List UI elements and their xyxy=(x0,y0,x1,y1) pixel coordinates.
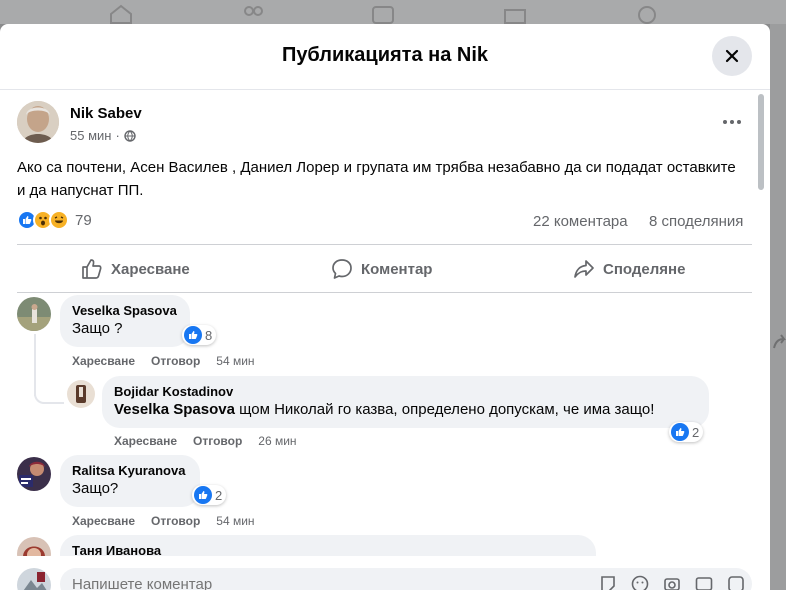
reply-avatar[interactable] xyxy=(67,380,95,408)
comment-like-link[interactable]: Харесване xyxy=(72,514,135,528)
share-button-label: Споделяне xyxy=(603,260,686,278)
comment-text: Защо? xyxy=(72,480,119,497)
gif-icon[interactable] xyxy=(694,574,714,590)
post-meta: 55 мин · xyxy=(70,128,136,143)
composer-tools xyxy=(598,574,746,590)
comment-time[interactable]: 54 мин xyxy=(216,354,254,368)
close-icon xyxy=(725,49,739,63)
home-icon xyxy=(110,4,132,24)
modal-header: Публикацията на Nik xyxy=(0,24,770,90)
comment-avatar[interactable] xyxy=(17,457,51,491)
comment-like-link[interactable]: Харесване xyxy=(72,354,135,368)
comment-reply-link[interactable]: Отговор xyxy=(151,354,200,368)
comment-author[interactable]: Veselka Spasova xyxy=(72,303,178,318)
scrollbar[interactable] xyxy=(755,90,767,590)
more-icon xyxy=(723,120,741,124)
comment-reactions[interactable]: 2 xyxy=(192,485,227,505)
post-action-bar: Харесване Коментар Споделяне xyxy=(17,244,752,293)
like-reaction-icon xyxy=(194,486,212,504)
reply-text: Veselka Spasova щом Николай го казва, оп… xyxy=(114,401,697,418)
comment-time[interactable]: 54 мин xyxy=(216,514,254,528)
reply-like-link[interactable]: Харесване xyxy=(114,434,177,448)
thread-connector xyxy=(34,394,64,404)
share-button[interactable]: Споделяне xyxy=(573,255,685,283)
haha-reaction-icon xyxy=(49,210,69,230)
like-icon xyxy=(82,259,102,279)
close-button[interactable] xyxy=(712,36,752,76)
reply-mention[interactable]: Veselka Spasova xyxy=(114,401,235,418)
reply-bubble: Bojidar Kostadinov Veselka Spasova щом Н… xyxy=(102,376,709,428)
reaction-count: 79 xyxy=(75,211,92,229)
post-modal: Публикацията на Nik Nik Sabev 55 мин · А… xyxy=(0,24,770,590)
reply-body: щом Николай го казва, определено допуска… xyxy=(234,401,655,418)
post-time[interactable]: 55 мин xyxy=(70,128,111,143)
comment-like-count: 2 xyxy=(215,487,223,503)
scrollbar-thumb[interactable] xyxy=(758,94,764,190)
share-icon xyxy=(574,260,594,278)
like-button[interactable]: Харесване xyxy=(81,255,190,283)
comment-icon xyxy=(332,259,352,279)
comment-bubble: Ralitsa Kyuranova Защо? xyxy=(60,455,200,507)
comment-actions: Харесване Отговор 54 мин xyxy=(72,354,255,368)
comment-reply-link[interactable]: Отговор xyxy=(151,514,200,528)
sticker-icon[interactable] xyxy=(726,574,746,590)
comment-author[interactable]: Ralitsa Kyuranova xyxy=(72,463,188,478)
background-right-edge xyxy=(770,24,786,590)
author-avatar[interactable] xyxy=(17,101,59,143)
reply-like-count: 2 xyxy=(692,424,700,440)
comment-composer xyxy=(0,556,770,590)
background-top-nav xyxy=(0,0,786,24)
composer-avatar[interactable] xyxy=(17,568,51,590)
like-reaction-icon xyxy=(671,423,689,441)
meta-separator: · xyxy=(115,128,120,143)
marketplace-icon xyxy=(504,9,526,24)
avatar-photo xyxy=(17,101,59,143)
reactions-summary[interactable]: 79 xyxy=(17,210,92,230)
globe-icon xyxy=(124,129,136,142)
friends-icon xyxy=(244,6,263,16)
more-options-button[interactable] xyxy=(716,110,748,134)
comment-like-count: 8 xyxy=(205,327,213,343)
reply-actions: Харесване Отговор 26 мин xyxy=(114,434,297,448)
comment-avatar[interactable] xyxy=(17,297,51,331)
comment-button[interactable]: Коментар xyxy=(331,255,432,283)
modal-title: Публикацията на Nik xyxy=(281,44,489,66)
reply-reactions[interactable]: 2 xyxy=(669,422,704,442)
sticker-icon[interactable] xyxy=(598,574,618,590)
comment-reactions[interactable]: 8 xyxy=(182,325,217,345)
post-text: Ако са почтени, Асен Василев , Даниел Ло… xyxy=(17,159,736,199)
like-button-label: Харесване xyxy=(111,260,190,278)
comment-text: Защо ? xyxy=(72,320,123,337)
post-author[interactable]: Nik Sabev xyxy=(70,105,142,122)
camera-icon[interactable] xyxy=(662,574,682,590)
emoji-icon[interactable] xyxy=(630,574,650,590)
shares-count[interactable]: 8 споделяния xyxy=(649,213,743,230)
comment-actions: Харесване Отговор 54 мин xyxy=(72,514,255,528)
background-share-icon xyxy=(773,334,786,349)
groups-icon xyxy=(638,6,656,24)
comments-count[interactable]: 22 коментара xyxy=(533,213,628,230)
reply-author[interactable]: Bojidar Kostadinov xyxy=(114,384,697,399)
video-icon xyxy=(372,6,394,24)
comment-bubble: Veselka Spasova Защо ? xyxy=(60,295,190,347)
reply-time[interactable]: 26 мин xyxy=(258,434,296,448)
thread-line xyxy=(34,334,36,396)
comment-button-label: Коментар xyxy=(361,260,433,278)
reply-reply-link[interactable]: Отговор xyxy=(193,434,242,448)
like-reaction-icon xyxy=(184,326,202,344)
